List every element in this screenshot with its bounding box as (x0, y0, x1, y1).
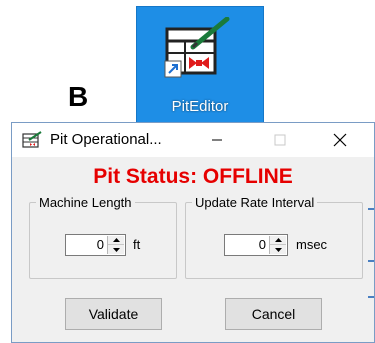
update-rate-value[interactable]: 0 (259, 237, 266, 252)
update-rate-spinner[interactable]: 0 (224, 234, 288, 256)
validate-button[interactable]: Validate (65, 298, 162, 330)
machine-length-unit: ft (133, 237, 141, 252)
machine-length-value[interactable]: 0 (97, 237, 104, 252)
update-rate-legend: Update Rate Interval (195, 195, 315, 210)
desktop-icon-caption: PitEditor (171, 98, 229, 115)
machine-length-legend: Machine Length (39, 195, 132, 210)
background-edge-mark (368, 296, 374, 298)
dialog-titlebar[interactable]: Pit Operational... (12, 123, 374, 157)
spin-down-arrow-icon[interactable] (108, 245, 124, 254)
pit-status-label: Pit Status: OFFLINE (93, 165, 293, 188)
background-edge-mark (368, 208, 374, 210)
machine-length-group: Machine Length 0 ft (29, 195, 177, 279)
machine-length-spin-arrows[interactable] (107, 236, 124, 254)
machine-length-spinner[interactable]: 0 (65, 234, 126, 256)
cancel-button[interactable]: Cancel (225, 298, 322, 330)
maximize-button[interactable] (258, 123, 302, 157)
update-rate-unit: msec (296, 237, 328, 252)
piteditor-desktop-icon[interactable]: PitEditor (136, 6, 264, 128)
figure-panel-label: B (68, 81, 89, 112)
background-edge-mark (368, 260, 374, 262)
update-rate-spin-arrows[interactable] (269, 236, 286, 254)
update-rate-group: Update Rate Interval 0 msec (185, 195, 363, 279)
dialog-title: Pit Operational... (50, 131, 162, 148)
spin-down-arrow-icon[interactable] (270, 245, 286, 254)
spin-up-arrow-icon[interactable] (108, 236, 124, 245)
minimize-icon (212, 139, 222, 141)
piteditor-app-icon (164, 17, 230, 78)
pit-operational-dialog: Pit Operational... Pit Status: OFFLINE M… (11, 122, 375, 343)
dialog-app-icon (22, 131, 42, 148)
close-icon (333, 133, 347, 147)
minimize-button[interactable] (195, 123, 239, 157)
spin-up-arrow-icon[interactable] (270, 236, 286, 245)
maximize-icon (274, 134, 286, 146)
close-button[interactable] (318, 123, 362, 157)
